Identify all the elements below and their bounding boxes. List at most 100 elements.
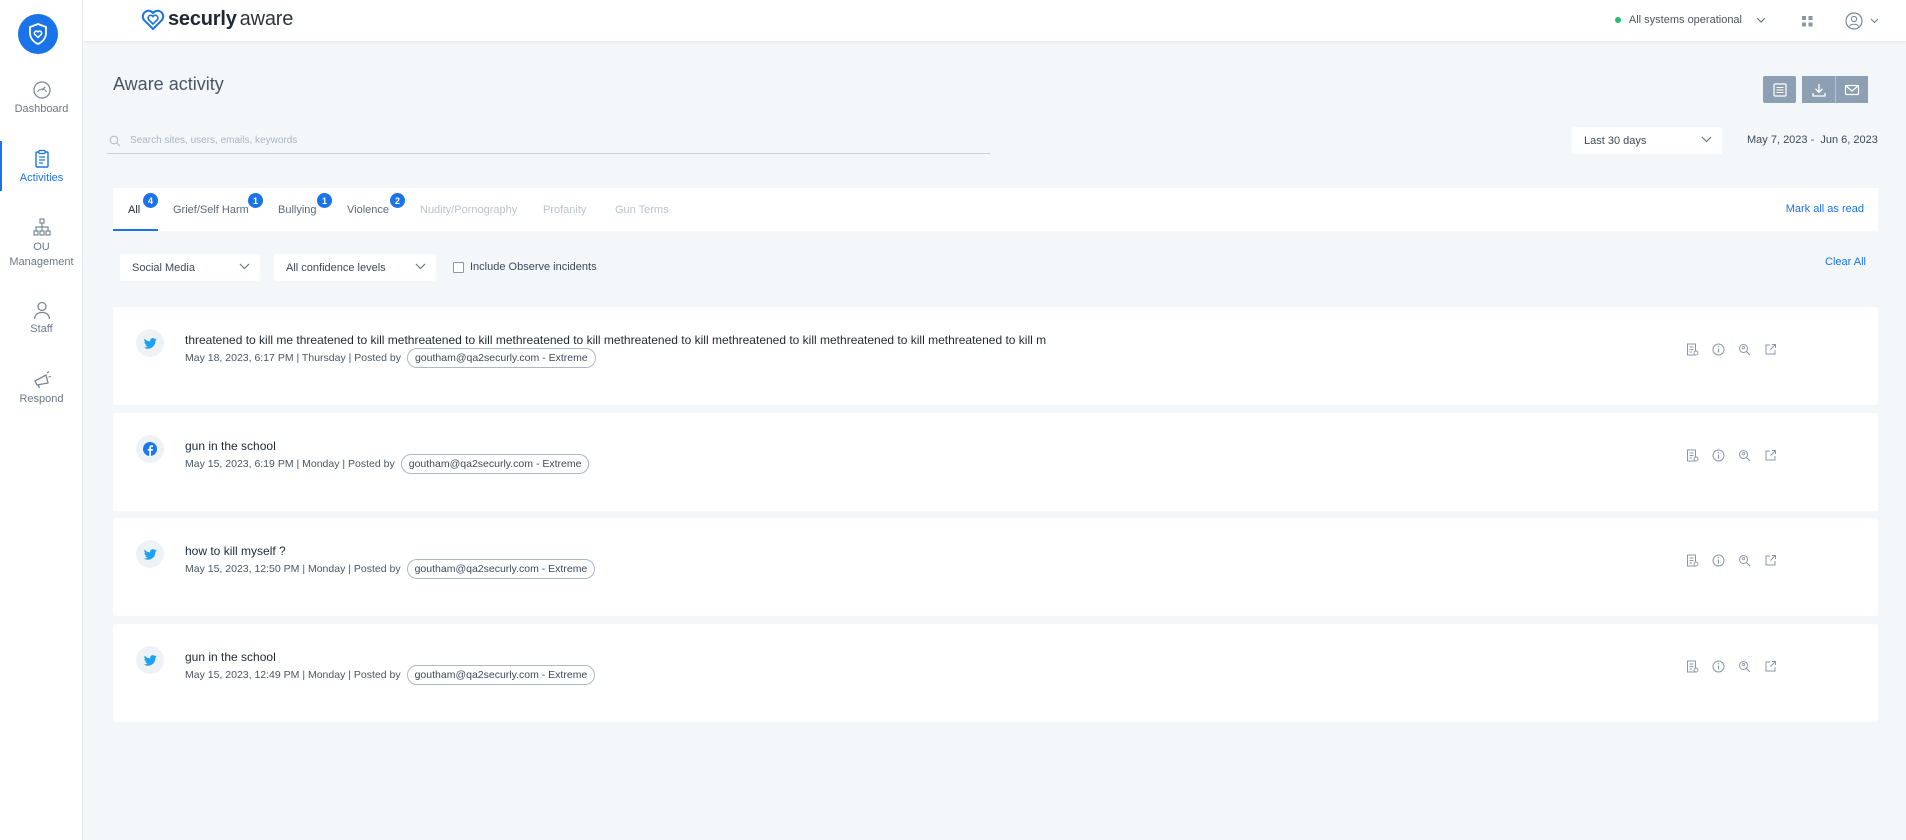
report-icon[interactable] (1679, 449, 1705, 462)
confidence-filter-value: All confidence levels (286, 261, 386, 274)
org-chart-icon (32, 218, 51, 236)
search-user-icon[interactable] (1731, 449, 1757, 462)
search-user-icon[interactable] (1731, 554, 1757, 567)
page-title: Aware activity (113, 74, 224, 94)
search-user-icon[interactable] (1731, 660, 1757, 673)
search-icon (109, 135, 121, 147)
search-input[interactable] (107, 134, 990, 146)
incident-text: gun in the school (185, 650, 276, 664)
info-icon[interactable] (1705, 660, 1731, 673)
include-observe-checkbox[interactable] (453, 261, 464, 273)
source-filter-select[interactable]: Social Media (120, 254, 260, 281)
sidebar-item-label: Dashboard (14, 103, 69, 115)
system-status[interactable]: All systems operational (1614, 14, 1766, 26)
incident-meta: May 18, 2023, 6:17 PM | Thursday | Poste… (185, 348, 596, 368)
megaphone-icon (33, 371, 51, 389)
incident-card[interactable]: how to kill myself ? May 15, 2023, 12:50… (113, 518, 1878, 616)
date-range-value: Last 30 days (1584, 134, 1647, 147)
confidence-filter-select[interactable]: All confidence levels (274, 254, 436, 281)
tab-gun-terms[interactable]: Gun Terms (615, 204, 669, 216)
top-bar: securly aware All systems operational (83, 0, 1906, 42)
clear-all-link[interactable]: Clear All (1825, 256, 1866, 268)
incident-card[interactable]: gun in the school May 15, 2023, 6:19 PM … (113, 413, 1878, 511)
incident-text: gun in the school (185, 439, 276, 453)
tab-badge: 2 (390, 193, 405, 208)
tab-badge: 4 (143, 193, 158, 208)
incident-date: May 15, 2023, 12:49 PM | Monday | Posted… (185, 669, 401, 681)
mail-icon (1844, 84, 1860, 95)
user-circle-icon (1845, 12, 1879, 30)
download-icon (1811, 83, 1826, 97)
incident-actions (1679, 343, 1783, 356)
external-link-icon[interactable] (1757, 554, 1783, 567)
tab-label: Profanity (543, 204, 587, 216)
sidebar-item-activities[interactable]: Activities (0, 141, 83, 191)
incident-meta: May 15, 2023, 12:50 PM | Monday | Posted… (185, 559, 596, 579)
sidebar-item-ou-management[interactable]: OU Management (0, 217, 83, 270)
facebook-icon (136, 435, 164, 463)
incident-text: threatened to kill me threatened to kill… (185, 333, 1047, 347)
status-dot (1614, 17, 1621, 23)
heart-logo-icon (141, 9, 165, 30)
user-pill[interactable]: goutham@qa2securly.com - Extreme (406, 559, 596, 579)
report-icon[interactable] (1679, 554, 1705, 567)
incident-card[interactable]: threatened to kill me threatened to kill… (113, 307, 1878, 405)
category-tabs: All 4 Grief/Self Harm 1 Bullying 1 Viole… (113, 188, 1878, 231)
chevron-down-icon (1756, 17, 1766, 23)
tab-violence[interactable]: Violence (347, 204, 389, 216)
info-icon[interactable] (1705, 343, 1731, 356)
grid-icon[interactable] (1802, 14, 1813, 32)
sidebar-item-label: Staff (30, 323, 53, 335)
source-filter-value: Social Media (132, 261, 195, 274)
clipboard-icon (34, 149, 49, 168)
tab-all[interactable]: All (128, 204, 140, 216)
status-text: All systems operational (1628, 14, 1742, 26)
report-button[interactable] (1763, 76, 1796, 103)
incident-date: May 15, 2023, 12:50 PM | Monday | Posted… (185, 563, 401, 575)
report-icon[interactable] (1679, 660, 1705, 673)
person-icon (33, 301, 50, 320)
twitter-icon (136, 646, 164, 674)
gauge-icon (32, 81, 51, 99)
download-button[interactable] (1802, 76, 1835, 103)
tab-grief-self-harm[interactable]: Grief/Self Harm (173, 204, 249, 216)
external-link-icon[interactable] (1757, 449, 1783, 462)
date-range-select[interactable]: Last 30 days (1572, 127, 1722, 154)
incident-date: May 15, 2023, 6:19 PM | Monday | Posted … (185, 458, 395, 470)
email-button[interactable] (1835, 76, 1868, 103)
tab-profanity[interactable]: Profanity (543, 204, 586, 216)
include-observe-label: Include Observe incidents (470, 261, 597, 273)
user-pill[interactable]: goutham@qa2securly.com - Extreme (406, 665, 596, 685)
info-icon[interactable] (1705, 449, 1731, 462)
sidebar-item-dashboard[interactable]: Dashboard (0, 80, 83, 115)
info-icon[interactable] (1705, 554, 1731, 567)
tab-label: Violence (347, 204, 389, 216)
external-link-icon[interactable] (1757, 343, 1783, 356)
brand-logo[interactable]: securly aware (141, 8, 293, 31)
sidebar: Dashboard Activities OU Management Staff… (0, 0, 83, 840)
user-pill[interactable]: goutham@qa2securly.com - Extreme (406, 348, 596, 368)
chevron-down-icon (1701, 136, 1712, 143)
incident-card[interactable]: gun in the school May 15, 2023, 12:49 PM… (113, 624, 1878, 722)
mark-all-read-link[interactable]: Mark all as read (1786, 203, 1864, 215)
tab-label: All (128, 204, 141, 216)
user-pill[interactable]: goutham@qa2securly.com - Extreme (400, 454, 590, 474)
tab-label: Gun Terms (615, 204, 669, 216)
sidebar-item-staff[interactable]: Staff (0, 300, 83, 335)
twitter-icon (136, 329, 164, 357)
tab-bullying[interactable]: Bullying (278, 204, 317, 216)
tab-label: Nudity/Pornography (420, 204, 518, 216)
export-button-group (1802, 76, 1868, 103)
sidebar-item-respond[interactable]: Respond (0, 370, 83, 405)
report-icon[interactable] (1679, 343, 1705, 356)
external-link-icon[interactable] (1757, 660, 1783, 673)
search-user-icon[interactable] (1731, 343, 1757, 356)
incident-meta: May 15, 2023, 12:49 PM | Monday | Posted… (185, 665, 596, 685)
tab-badge: 1 (248, 193, 263, 208)
tab-label: Bullying (278, 204, 317, 216)
tab-nudity-pornography[interactable]: Nudity/Pornography (420, 204, 517, 216)
include-observe-option[interactable]: Include Observe incidents (453, 261, 597, 273)
shield-heart-icon[interactable] (18, 14, 58, 54)
date-range-text: May 7, 2023 - Jun 6, 2023 (1747, 134, 1878, 146)
user-menu[interactable] (1845, 12, 1881, 35)
